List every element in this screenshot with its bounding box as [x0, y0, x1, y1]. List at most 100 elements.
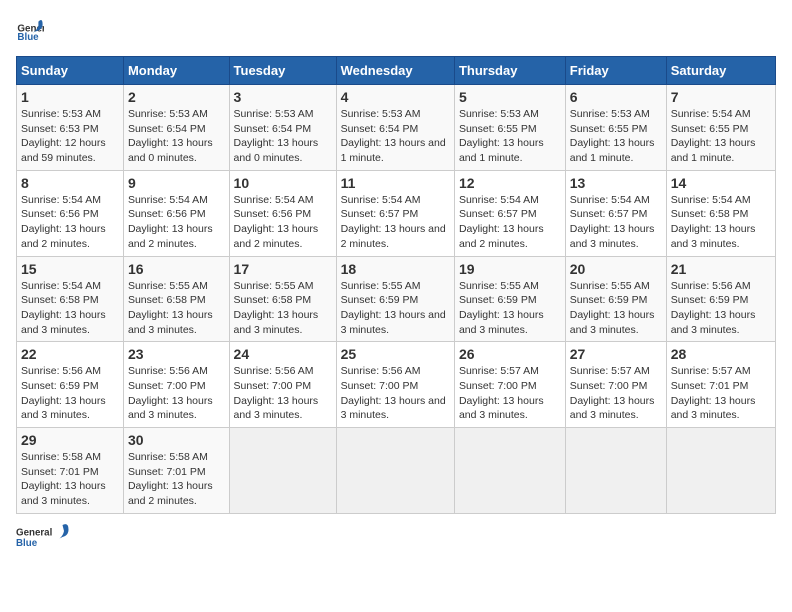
day-number: 24: [234, 346, 332, 362]
day-info: Sunrise: 5:53 AMSunset: 6:54 PMDaylight:…: [234, 107, 332, 166]
calendar-cell: 25 Sunrise: 5:56 AMSunset: 7:00 PMDayligh…: [336, 342, 454, 428]
day-number: 18: [341, 261, 450, 277]
day-info: Sunrise: 5:55 AMSunset: 6:59 PMDaylight:…: [459, 279, 561, 338]
day-number: 15: [21, 261, 119, 277]
logo: General Blue: [16, 16, 44, 44]
calendar-cell: 26 Sunrise: 5:57 AMSunset: 7:00 PMDayligh…: [454, 342, 565, 428]
day-info: Sunrise: 5:55 AMSunset: 6:59 PMDaylight:…: [570, 279, 662, 338]
calendar-cell: 19 Sunrise: 5:55 AMSunset: 6:59 PMDayligh…: [454, 256, 565, 342]
calendar-cell: 5Sunrise: 5:53 AMSunset: 6:55 PMDaylight…: [454, 85, 565, 171]
day-info: Sunrise: 5:54 AMSunset: 6:56 PMDaylight:…: [21, 193, 119, 252]
week-row-3: 15 Sunrise: 5:54 AMSunset: 6:58 PMDayligh…: [17, 256, 776, 342]
page-header: General Blue: [16, 16, 776, 44]
calendar-cell: 24 Sunrise: 5:56 AMSunset: 7:00 PMDayligh…: [229, 342, 336, 428]
day-info: Sunrise: 5:53 AMSunset: 6:54 PMDaylight:…: [128, 107, 225, 166]
calendar-cell: 2 Sunrise: 5:53 AMSunset: 6:54 PMDaylight…: [123, 85, 229, 171]
calendar-cell: 30Sunrise: 5:58 AMSunset: 7:01 PMDayligh…: [123, 428, 229, 514]
calendar-cell: 8 Sunrise: 5:54 AMSunset: 6:56 PMDaylight…: [17, 170, 124, 256]
footer-logo: General Blue: [16, 522, 76, 552]
calendar-cell: 9 Sunrise: 5:54 AMSunset: 6:56 PMDaylight…: [123, 170, 229, 256]
day-info: Sunrise: 5:53 AMSunset: 6:55 PMDaylight:…: [570, 107, 662, 166]
calendar-cell: 21Sunrise: 5:56 AMSunset: 6:59 PMDayligh…: [666, 256, 775, 342]
days-header-row: SundayMondayTuesdayWednesdayThursdayFrid…: [17, 57, 776, 85]
svg-text:Blue: Blue: [17, 32, 39, 43]
day-number: 13: [570, 175, 662, 191]
calendar-cell: 11 Sunrise: 5:54 AMSunset: 6:57 PMDayligh…: [336, 170, 454, 256]
calendar-cell: [229, 428, 336, 514]
day-header-thursday: Thursday: [454, 57, 565, 85]
calendar-cell: 18 Sunrise: 5:55 AMSunset: 6:59 PMDayligh…: [336, 256, 454, 342]
day-info: Sunrise: 5:55 AMSunset: 6:58 PMDaylight:…: [234, 279, 332, 338]
day-number: 1: [21, 89, 119, 105]
day-info: Sunrise: 5:56 AMSunset: 6:59 PMDaylight:…: [21, 364, 119, 423]
day-info: Sunrise: 5:54 AMSunset: 6:56 PMDaylight:…: [128, 193, 225, 252]
day-number: 17: [234, 261, 332, 277]
calendar-cell: 7 Sunrise: 5:54 AMSunset: 6:55 PMDaylight…: [666, 85, 775, 171]
day-number: 3: [234, 89, 332, 105]
calendar-cell: 20Sunrise: 5:55 AMSunset: 6:59 PMDayligh…: [565, 256, 666, 342]
day-info: Sunrise: 5:56 AMSunset: 7:00 PMDaylight:…: [341, 364, 450, 423]
day-info: Sunrise: 5:54 AMSunset: 6:58 PMDaylight:…: [671, 193, 771, 252]
day-info: Sunrise: 5:53 AMSunset: 6:54 PMDaylight:…: [341, 107, 450, 166]
calendar-cell: 16Sunrise: 5:55 AMSunset: 6:58 PMDayligh…: [123, 256, 229, 342]
calendar-cell: [454, 428, 565, 514]
day-info: Sunrise: 5:54 AMSunset: 6:57 PMDaylight:…: [570, 193, 662, 252]
day-header-wednesday: Wednesday: [336, 57, 454, 85]
day-number: 19: [459, 261, 561, 277]
calendar-cell: 1 Sunrise: 5:53 AMSunset: 6:53 PMDaylight…: [17, 85, 124, 171]
calendar-cell: 15 Sunrise: 5:54 AMSunset: 6:58 PMDayligh…: [17, 256, 124, 342]
day-number: 16: [128, 261, 225, 277]
day-number: 14: [671, 175, 771, 191]
day-number: 21: [671, 261, 771, 277]
calendar-cell: [666, 428, 775, 514]
day-number: 8: [21, 175, 119, 191]
day-number: 11: [341, 175, 450, 191]
day-info: Sunrise: 5:55 AMSunset: 6:59 PMDaylight:…: [341, 279, 450, 338]
day-header-sunday: Sunday: [17, 57, 124, 85]
day-header-friday: Friday: [565, 57, 666, 85]
calendar-cell: 27 Sunrise: 5:57 AMSunset: 7:00 PMDayligh…: [565, 342, 666, 428]
calendar-cell: 28 Sunrise: 5:57 AMSunset: 7:01 PMDayligh…: [666, 342, 775, 428]
day-number: 9: [128, 175, 225, 191]
day-info: Sunrise: 5:56 AMSunset: 7:00 PMDaylight:…: [128, 364, 225, 423]
day-info: Sunrise: 5:54 AMSunset: 6:57 PMDaylight:…: [341, 193, 450, 252]
day-info: Sunrise: 5:58 AMSunset: 7:01 PMDaylight:…: [21, 450, 119, 509]
svg-text:General: General: [16, 527, 53, 538]
week-row-5: 29 Sunrise: 5:58 AMSunset: 7:01 PMDayligh…: [17, 428, 776, 514]
day-info: Sunrise: 5:56 AMSunset: 7:00 PMDaylight:…: [234, 364, 332, 423]
day-number: 7: [671, 89, 771, 105]
calendar-cell: 3 Sunrise: 5:53 AMSunset: 6:54 PMDaylight…: [229, 85, 336, 171]
day-info: Sunrise: 5:54 AMSunset: 6:58 PMDaylight:…: [21, 279, 119, 338]
logo-icon: General Blue: [16, 16, 44, 44]
day-number: 27: [570, 346, 662, 362]
day-info: Sunrise: 5:54 AMSunset: 6:56 PMDaylight:…: [234, 193, 332, 252]
day-number: 5: [459, 89, 561, 105]
calendar-table: SundayMondayTuesdayWednesdayThursdayFrid…: [16, 56, 776, 514]
calendar-cell: 12Sunrise: 5:54 AMSunset: 6:57 PMDayligh…: [454, 170, 565, 256]
week-row-2: 8 Sunrise: 5:54 AMSunset: 6:56 PMDaylight…: [17, 170, 776, 256]
calendar-cell: 14 Sunrise: 5:54 AMSunset: 6:58 PMDayligh…: [666, 170, 775, 256]
day-number: 26: [459, 346, 561, 362]
calendar-body: 1 Sunrise: 5:53 AMSunset: 6:53 PMDaylight…: [17, 85, 776, 514]
day-number: 28: [671, 346, 771, 362]
calendar-cell: [336, 428, 454, 514]
day-number: 2: [128, 89, 225, 105]
day-number: 22: [21, 346, 119, 362]
day-info: Sunrise: 5:54 AMSunset: 6:55 PMDaylight:…: [671, 107, 771, 166]
day-number: 29: [21, 432, 119, 448]
day-info: Sunrise: 5:57 AMSunset: 7:01 PMDaylight:…: [671, 364, 771, 423]
calendar-cell: 23Sunrise: 5:56 AMSunset: 7:00 PMDayligh…: [123, 342, 229, 428]
day-number: 4: [341, 89, 450, 105]
calendar-cell: 6 Sunrise: 5:53 AMSunset: 6:55 PMDaylight…: [565, 85, 666, 171]
day-info: Sunrise: 5:53 AMSunset: 6:53 PMDaylight:…: [21, 107, 119, 166]
calendar-cell: 10 Sunrise: 5:54 AMSunset: 6:56 PMDayligh…: [229, 170, 336, 256]
calendar-cell: 29 Sunrise: 5:58 AMSunset: 7:01 PMDayligh…: [17, 428, 124, 514]
day-info: Sunrise: 5:57 AMSunset: 7:00 PMDaylight:…: [459, 364, 561, 423]
day-number: 25: [341, 346, 450, 362]
day-info: Sunrise: 5:57 AMSunset: 7:00 PMDaylight:…: [570, 364, 662, 423]
day-number: 10: [234, 175, 332, 191]
calendar-cell: 17 Sunrise: 5:55 AMSunset: 6:58 PMDayligh…: [229, 256, 336, 342]
calendar-cell: [565, 428, 666, 514]
day-header-monday: Monday: [123, 57, 229, 85]
day-number: 6: [570, 89, 662, 105]
